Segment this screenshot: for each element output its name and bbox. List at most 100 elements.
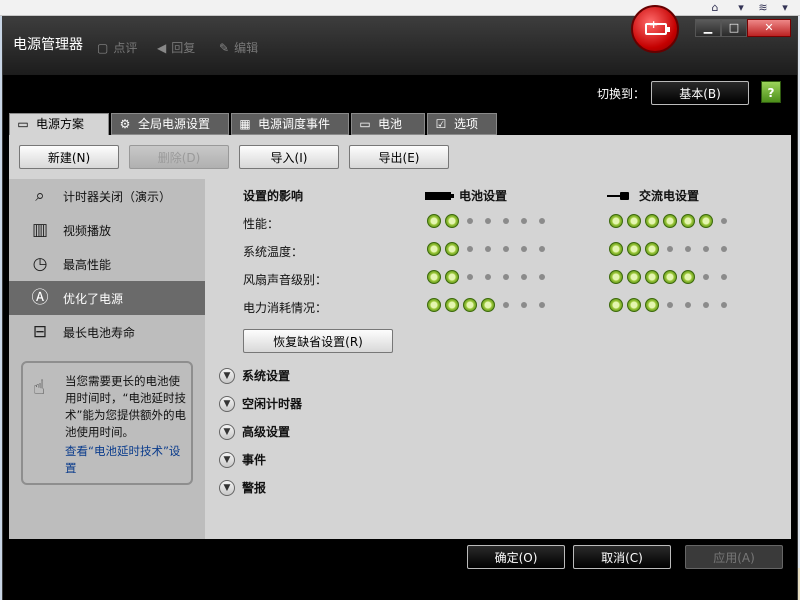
- level-dot-empty: [485, 218, 491, 224]
- tab-scheduled-events[interactable]: ▦ 电源调度事件: [231, 113, 349, 135]
- dialog-footer: 确定(O) 取消(C) 应用(A): [3, 539, 797, 600]
- battery-level-system-temperature: [425, 241, 551, 257]
- comment-icon: ▢: [97, 41, 109, 55]
- battery-level-performance: [425, 213, 551, 229]
- level-dot-filled: [645, 242, 659, 256]
- plan-details: 设置的影响 电池设置 交流电设置 性能： 系统温度： 风扇声音级别： 电力消耗情…: [205, 179, 791, 539]
- tip-text: 当您需要更长的电池使用时间时，“电池延时技术”能为您提供额外的电池使用时间。: [65, 374, 186, 439]
- level-dot-empty: [703, 274, 709, 280]
- level-dot-empty: [703, 246, 709, 252]
- maximize-button[interactable]: □: [721, 19, 747, 37]
- power-plug-icon: [607, 191, 631, 200]
- level-dot-empty: [503, 218, 509, 224]
- pointing-hand-icon: ☝: [33, 375, 46, 399]
- level-dot-filled: [645, 298, 659, 312]
- cancel-button[interactable]: 取消(C): [573, 545, 671, 569]
- import-button[interactable]: 导入(I): [239, 145, 339, 169]
- level-dot-filled: [445, 298, 459, 312]
- stopwatch-icon: ◷: [32, 254, 48, 274]
- level-dot-filled: [445, 242, 459, 256]
- edit-icon: ✎: [219, 41, 230, 55]
- background-toolbar-edit: ✎ 编辑: [219, 41, 259, 55]
- level-dot-filled: [427, 242, 441, 256]
- window-controls: ▁ □ ✕: [695, 19, 791, 37]
- plan-item-max-performance[interactable]: ◷ 最高性能: [9, 247, 205, 281]
- tab-global-settings[interactable]: ⚙ 全局电源设置: [111, 113, 229, 135]
- tab-options[interactable]: ☑ 选项: [427, 113, 497, 135]
- plan-item-power-optimized[interactable]: Ⓐ 优化了电源: [9, 281, 205, 315]
- level-dot-filled: [463, 298, 477, 312]
- level-dot-empty: [539, 246, 545, 252]
- level-dot-filled: [663, 214, 677, 228]
- level-dot-empty: [539, 218, 545, 224]
- window-title: 电源管理器: [13, 37, 83, 53]
- level-dot-empty: [685, 302, 691, 308]
- power-manager-window: 电源管理器 ▢ 点评 ◀ 回复 ✎ 编辑 + ▁ □ ✕ 切换到： 基本(B) ? ▭…: [2, 5, 798, 600]
- expander-system-settings[interactable]: ▼ 系统设置: [219, 367, 290, 384]
- plan-item-video-playback[interactable]: ▥ 视频播放: [9, 213, 205, 247]
- expander-advanced-settings[interactable]: ▼ 高级设置: [219, 423, 290, 440]
- dropdown-arrow-icon[interactable]: ▾: [778, 1, 792, 14]
- reply-arrow-icon: ◀: [157, 41, 167, 55]
- level-dot-empty: [521, 246, 527, 252]
- apply-button[interactable]: 应用(A): [685, 545, 783, 569]
- ac-level-system-temperature: [607, 241, 733, 257]
- plan-item-timer-off-demo[interactable]: ⌕ 计时器关闭（演示）: [9, 179, 205, 213]
- plan-list: ⌕ 计时器关闭（演示） ▥ 视频播放 ◷ 最高性能 Ⓐ 优化了电源 ⊟ 最长电池寿命 ☝ …: [9, 179, 205, 539]
- basic-mode-button[interactable]: 基本(B): [651, 81, 749, 105]
- expander-idle-timers[interactable]: ▼ 空闲计时器: [219, 395, 302, 412]
- delete-plan-button[interactable]: 删除(D): [129, 145, 229, 169]
- battery-extension-link[interactable]: 查看“电池延时技术”设置: [65, 443, 189, 477]
- restore-defaults-button[interactable]: 恢复缺省设置(R): [243, 329, 393, 353]
- mode-switch-bar: 切换到： 基本(B) ?: [3, 75, 797, 113]
- level-dot-empty: [721, 246, 727, 252]
- help-icon[interactable]: ?: [761, 81, 781, 103]
- level-dot-filled: [699, 214, 713, 228]
- ok-button[interactable]: 确定(O): [467, 545, 565, 569]
- level-dot-empty: [721, 218, 727, 224]
- level-dot-filled: [627, 298, 641, 312]
- level-dot-empty: [467, 274, 473, 280]
- tab-bar: ▭ 电源方案 ⚙ 全局电源设置 ▦ 电源调度事件 ▭ 电池 ☑ 选项: [9, 113, 797, 136]
- level-dot-empty: [685, 246, 691, 252]
- rss-icon[interactable]: ≋: [756, 1, 770, 14]
- dropdown-arrow-icon[interactable]: ▾: [734, 1, 748, 14]
- switch-label: 切换到：: [597, 87, 646, 101]
- level-dot-empty: [503, 274, 509, 280]
- level-dot-empty: [485, 274, 491, 280]
- chevron-down-icon: ▼: [219, 423, 235, 440]
- home-icon[interactable]: ⌂: [708, 1, 722, 14]
- battery-icon: [425, 191, 454, 200]
- level-dot-filled: [445, 270, 459, 284]
- chevron-down-icon: ▼: [219, 367, 235, 384]
- plan-item-max-battery-life[interactable]: ⊟ 最长电池寿命: [9, 315, 205, 349]
- level-dot-filled: [627, 214, 641, 228]
- ac-level-performance: [607, 213, 733, 229]
- new-plan-button[interactable]: 新建(N): [19, 145, 119, 169]
- level-dot-empty: [521, 274, 527, 280]
- expander-alarms[interactable]: ▼ 警报: [219, 479, 266, 496]
- minimize-button[interactable]: ▁: [695, 19, 721, 37]
- expander-events[interactable]: ▼ 事件: [219, 451, 266, 468]
- optimized-icon: Ⓐ: [31, 288, 49, 308]
- row-label-power-consumption: 电力消耗情况：: [243, 301, 328, 315]
- battery-settings-heading: 电池设置: [425, 187, 507, 204]
- level-dot-filled: [609, 214, 623, 228]
- row-label-performance: 性能：: [243, 217, 280, 231]
- chevron-down-icon: ▼: [219, 451, 235, 468]
- tab-battery[interactable]: ▭ 电池: [351, 113, 425, 135]
- export-button[interactable]: 导出(E): [349, 145, 449, 169]
- battery-level-fan-noise: [425, 269, 551, 285]
- row-label-fan-noise: 风扇声音级别：: [243, 273, 328, 287]
- level-dot-filled: [481, 298, 495, 312]
- level-dot-filled: [645, 270, 659, 284]
- level-dot-empty: [503, 302, 509, 308]
- tab-power-plans[interactable]: ▭ 电源方案: [9, 113, 109, 136]
- tab-content: 新建(N) 删除(D) 导入(I) 导出(E) ⌕ 计时器关闭（演示） ▥ 视频播放…: [9, 135, 791, 539]
- level-dot-empty: [485, 246, 491, 252]
- close-button[interactable]: ✕: [747, 19, 791, 37]
- level-dot-empty: [521, 302, 527, 308]
- battery-logo-icon: +: [631, 5, 679, 53]
- browser-toolbar-strip: ⌂ ▾ ≋ ▾: [0, 0, 800, 16]
- level-dot-filled: [427, 298, 441, 312]
